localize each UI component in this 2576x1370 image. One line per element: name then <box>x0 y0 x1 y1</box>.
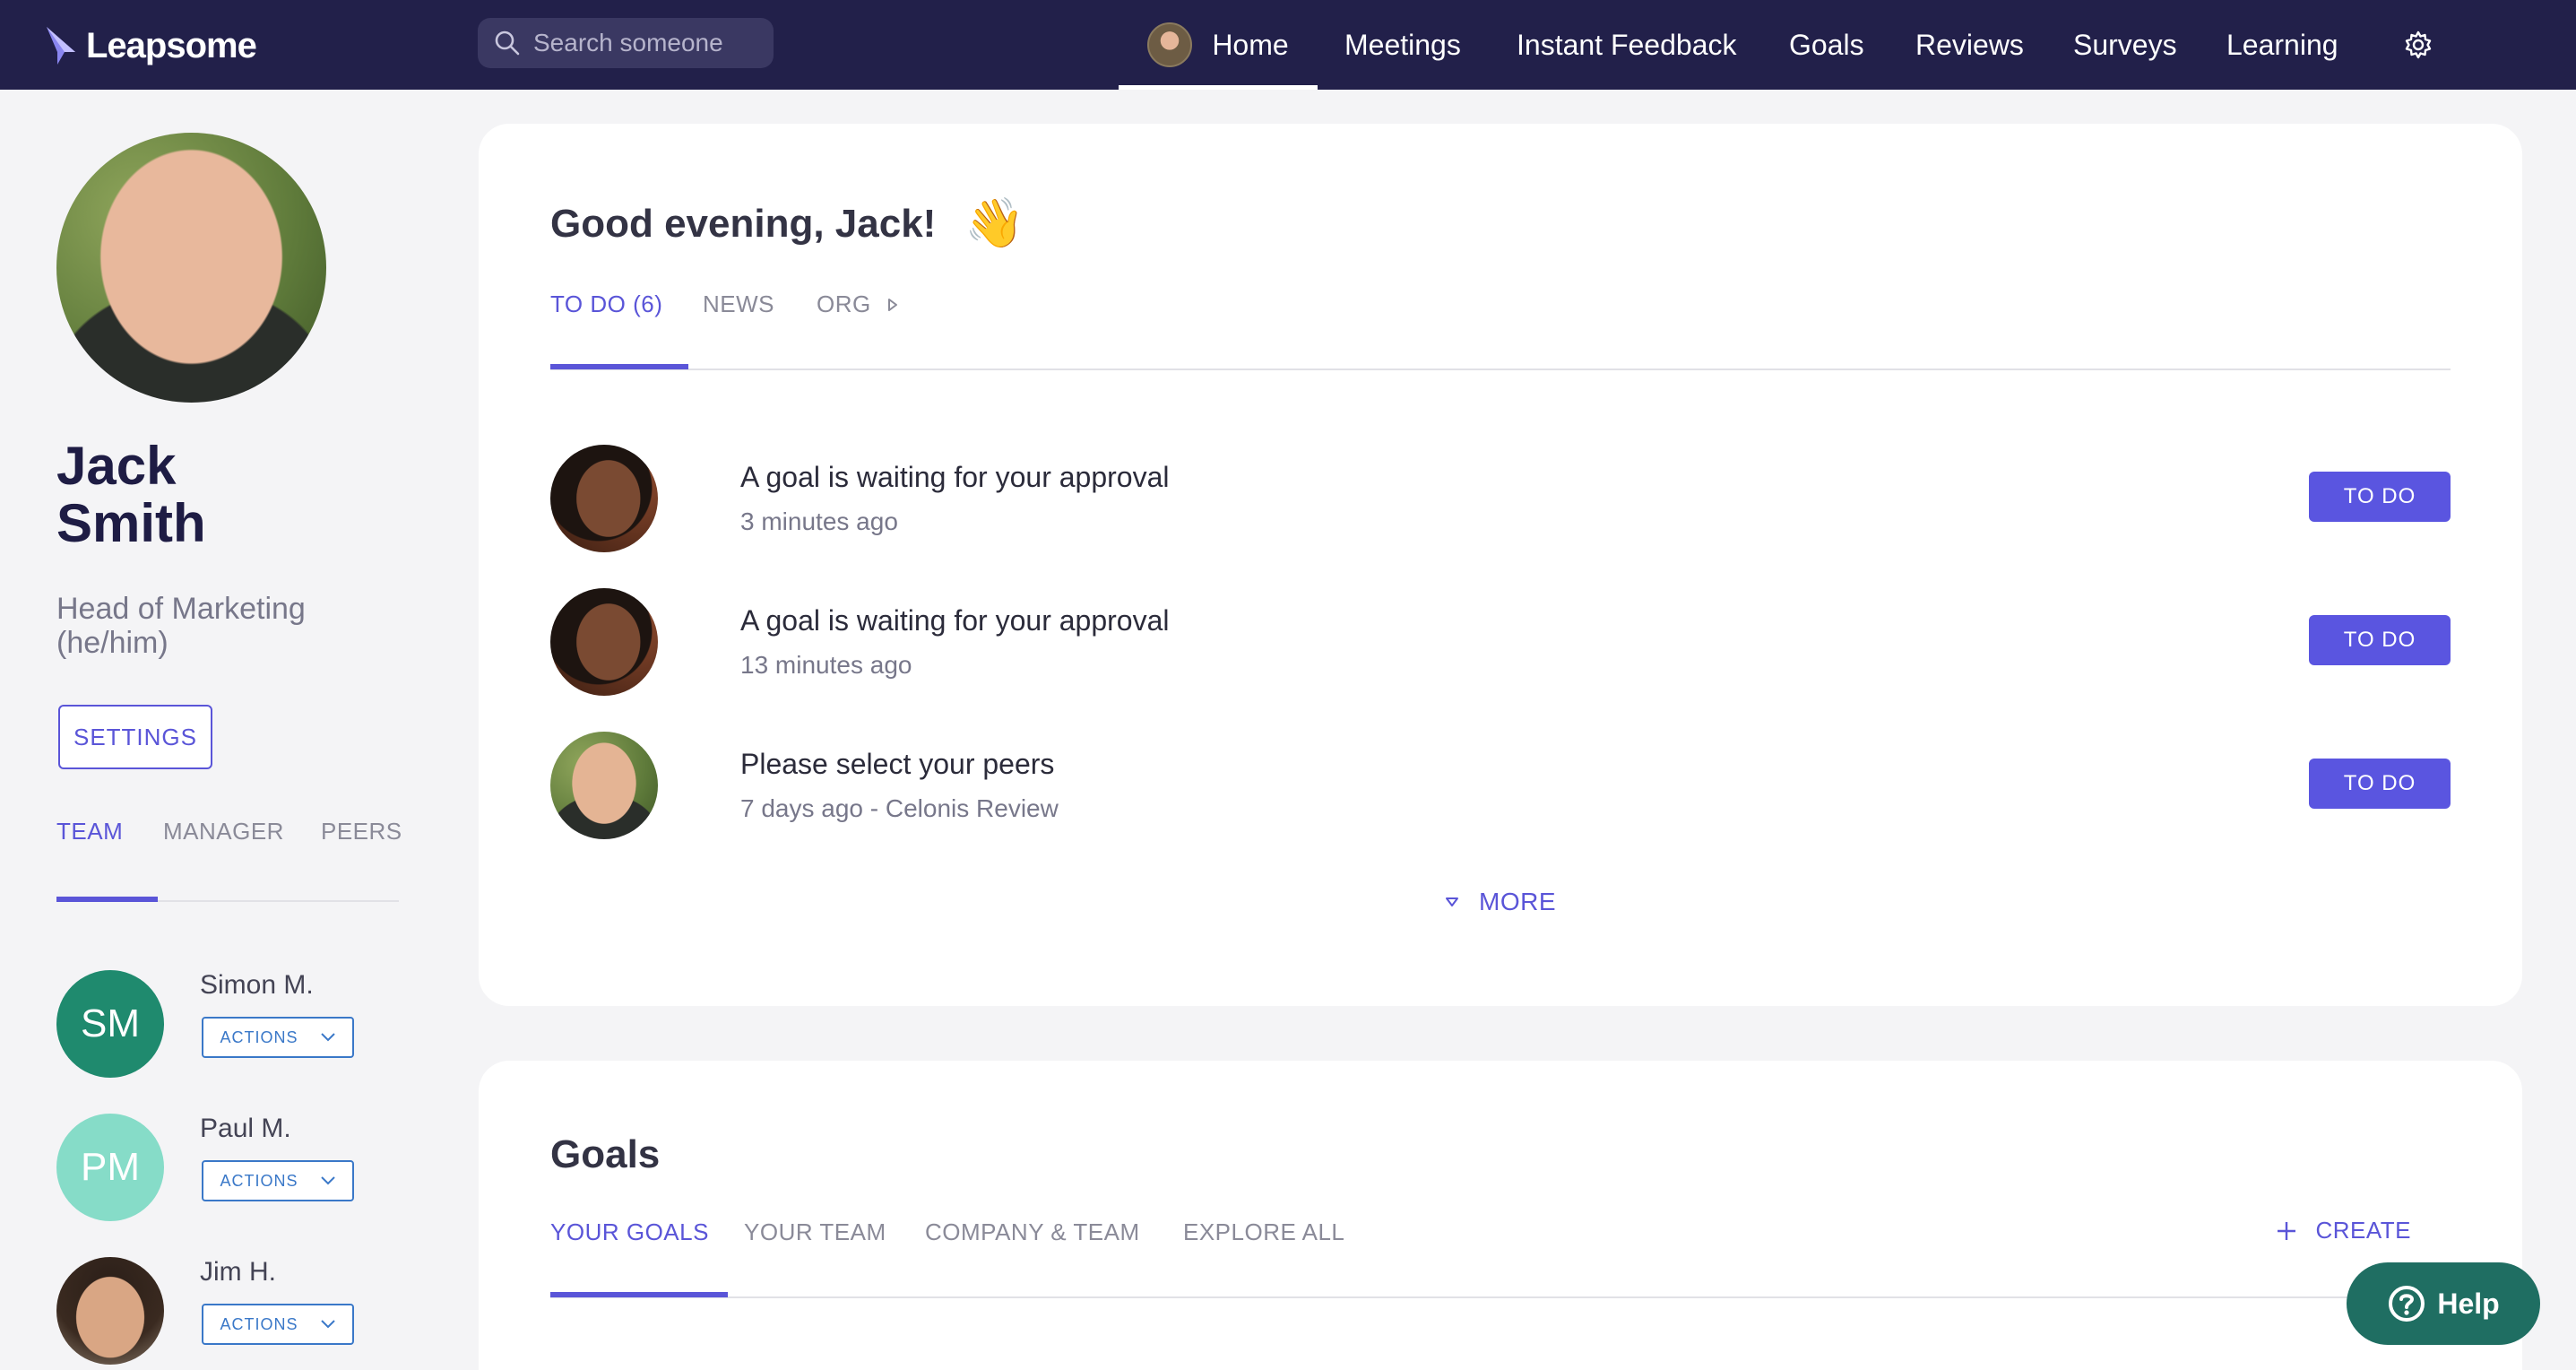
chevron-down-icon <box>320 1032 336 1043</box>
team-member-name[interactable]: Simon M. <box>200 970 314 1001</box>
todo-timestamp: 7 days ago - Celonis Review <box>740 794 1059 823</box>
nav-home-label: Home <box>1212 29 1288 62</box>
avatar[interactable] <box>550 588 658 696</box>
tab-your-goals[interactable]: YOUR GOALS <box>550 1218 709 1246</box>
todo-timestamp: 13 minutes ago <box>740 651 912 680</box>
settings-gear-button[interactable] <box>2398 0 2439 90</box>
tab-news[interactable]: NEWS <box>703 290 774 318</box>
goals-card: Goals YOUR GOALS YOUR TEAM COMPANY & TEA… <box>479 1061 2522 1370</box>
nav-home[interactable]: Home <box>1119 0 1318 90</box>
avatar[interactable] <box>56 1257 164 1365</box>
team-member-jim: Jim H. ACTIONS <box>56 1257 415 1365</box>
tab-org[interactable]: ORG <box>817 290 898 318</box>
avatar[interactable]: SM <box>56 970 164 1078</box>
chevron-down-icon <box>1445 897 1459 907</box>
tab-team[interactable]: TEAM <box>56 818 123 845</box>
help-button[interactable]: Help <box>2347 1262 2540 1345</box>
greeting-heading: Good evening, Jack! 👋 <box>550 195 1025 252</box>
nav-reviews[interactable]: Reviews <box>1915 0 2024 90</box>
tab-peers[interactable]: PEERS <box>321 818 402 845</box>
team-member-name[interactable]: Jim H. <box>200 1257 276 1288</box>
todo-action-button[interactable]: TO DO <box>2309 615 2451 665</box>
question-circle-icon <box>2387 1284 2426 1323</box>
profile-name: Jack Smith <box>56 438 325 552</box>
chevron-down-icon <box>320 1319 336 1330</box>
avatar[interactable] <box>550 445 658 552</box>
chevron-down-icon <box>320 1175 336 1186</box>
avatar[interactable] <box>550 732 658 839</box>
todo-card: Good evening, Jack! 👋 TO DO (6) NEWS ORG… <box>479 124 2522 1006</box>
search-icon <box>494 30 521 56</box>
actions-label: ACTIONS <box>220 1172 298 1191</box>
todo-timestamp: 3 minutes ago <box>740 507 898 536</box>
team-member-actions-button[interactable]: ACTIONS <box>202 1304 354 1345</box>
team-member-actions-button[interactable]: ACTIONS <box>202 1017 354 1058</box>
tab-manager[interactable]: MANAGER <box>163 818 284 845</box>
plus-icon <box>2276 1220 2297 1242</box>
todo-item[interactable]: A goal is waiting for your approval 13 m… <box>550 588 2451 696</box>
greeting-text: Good evening, Jack! <box>550 202 936 247</box>
search-input[interactable] <box>533 29 757 57</box>
tab-todo[interactable]: TO DO (6) <box>550 290 662 318</box>
team-member-actions-button[interactable]: ACTIONS <box>202 1160 354 1201</box>
nav-learning[interactable]: Learning <box>2226 0 2338 90</box>
todo-title[interactable]: Please select your peers <box>740 748 1054 781</box>
profile-last-name: Smith <box>56 495 325 552</box>
profile-settings-button[interactable]: SETTINGS <box>58 705 212 769</box>
tab-your-team[interactable]: YOUR TEAM <box>744 1218 886 1246</box>
active-tab-indicator <box>550 1292 728 1297</box>
search-box[interactable] <box>478 18 774 68</box>
leapsome-logo[interactable]: Leapsome <box>45 23 256 68</box>
profile-photo[interactable] <box>56 133 326 403</box>
show-more-label: MORE <box>1479 888 1556 916</box>
team-member-simon: SM Simon M. ACTIONS <box>56 970 415 1078</box>
gear-icon <box>2402 29 2434 61</box>
user-avatar <box>1147 22 1192 67</box>
tabs-divider <box>550 369 2451 370</box>
tab-explore-all[interactable]: EXPLORE ALL <box>1183 1218 1344 1246</box>
active-tab-indicator <box>56 897 158 902</box>
todo-item[interactable]: Please select your peers 7 days ago - Ce… <box>550 732 2451 839</box>
tab-company-and-team[interactable]: COMPANY & TEAM <box>925 1218 1140 1246</box>
actions-label: ACTIONS <box>220 1315 298 1334</box>
create-goal-button[interactable]: CREATE <box>2276 1217 2411 1244</box>
goals-heading: Goals <box>550 1132 660 1177</box>
waving-hand-emoji: 👋 <box>964 195 1024 252</box>
todo-title[interactable]: A goal is waiting for your approval <box>740 604 1169 637</box>
todo-item[interactable]: A goal is waiting for your approval 3 mi… <box>550 445 2451 552</box>
caret-right-icon <box>887 298 898 312</box>
todo-action-button[interactable]: TO DO <box>2309 472 2451 522</box>
show-more-button[interactable]: MORE <box>1445 888 1556 916</box>
profile-role: Head of Marketing (he/him) <box>56 592 379 660</box>
nav-goals[interactable]: Goals <box>1789 0 1864 90</box>
actions-label: ACTIONS <box>220 1028 298 1047</box>
todo-action-button[interactable]: TO DO <box>2309 759 2451 809</box>
brand-name: Leapsome <box>86 26 256 66</box>
tabs-divider <box>550 1296 2451 1298</box>
create-label: CREATE <box>2315 1217 2411 1244</box>
help-label: Help <box>2437 1288 2499 1321</box>
team-member-paul: PM Paul M. ACTIONS <box>56 1114 415 1221</box>
active-tab-indicator <box>550 364 688 369</box>
nav-instant-feedback[interactable]: Instant Feedback <box>1517 0 1736 90</box>
team-member-name[interactable]: Paul M. <box>200 1114 291 1144</box>
todo-title[interactable]: A goal is waiting for your approval <box>740 461 1169 494</box>
nav-surveys[interactable]: Surveys <box>2073 0 2177 90</box>
profile-first-name: Jack <box>56 438 325 495</box>
profile-relations-tabs: TEAM MANAGER PEERS <box>56 818 399 902</box>
nav-meetings[interactable]: Meetings <box>1344 0 1461 90</box>
top-navigation-bar: Leapsome Home Meetings Instant Feedback … <box>0 0 2576 90</box>
avatar[interactable]: PM <box>56 1114 164 1221</box>
leapsome-logo-icon <box>45 25 81 66</box>
tab-org-label: ORG <box>817 290 871 318</box>
